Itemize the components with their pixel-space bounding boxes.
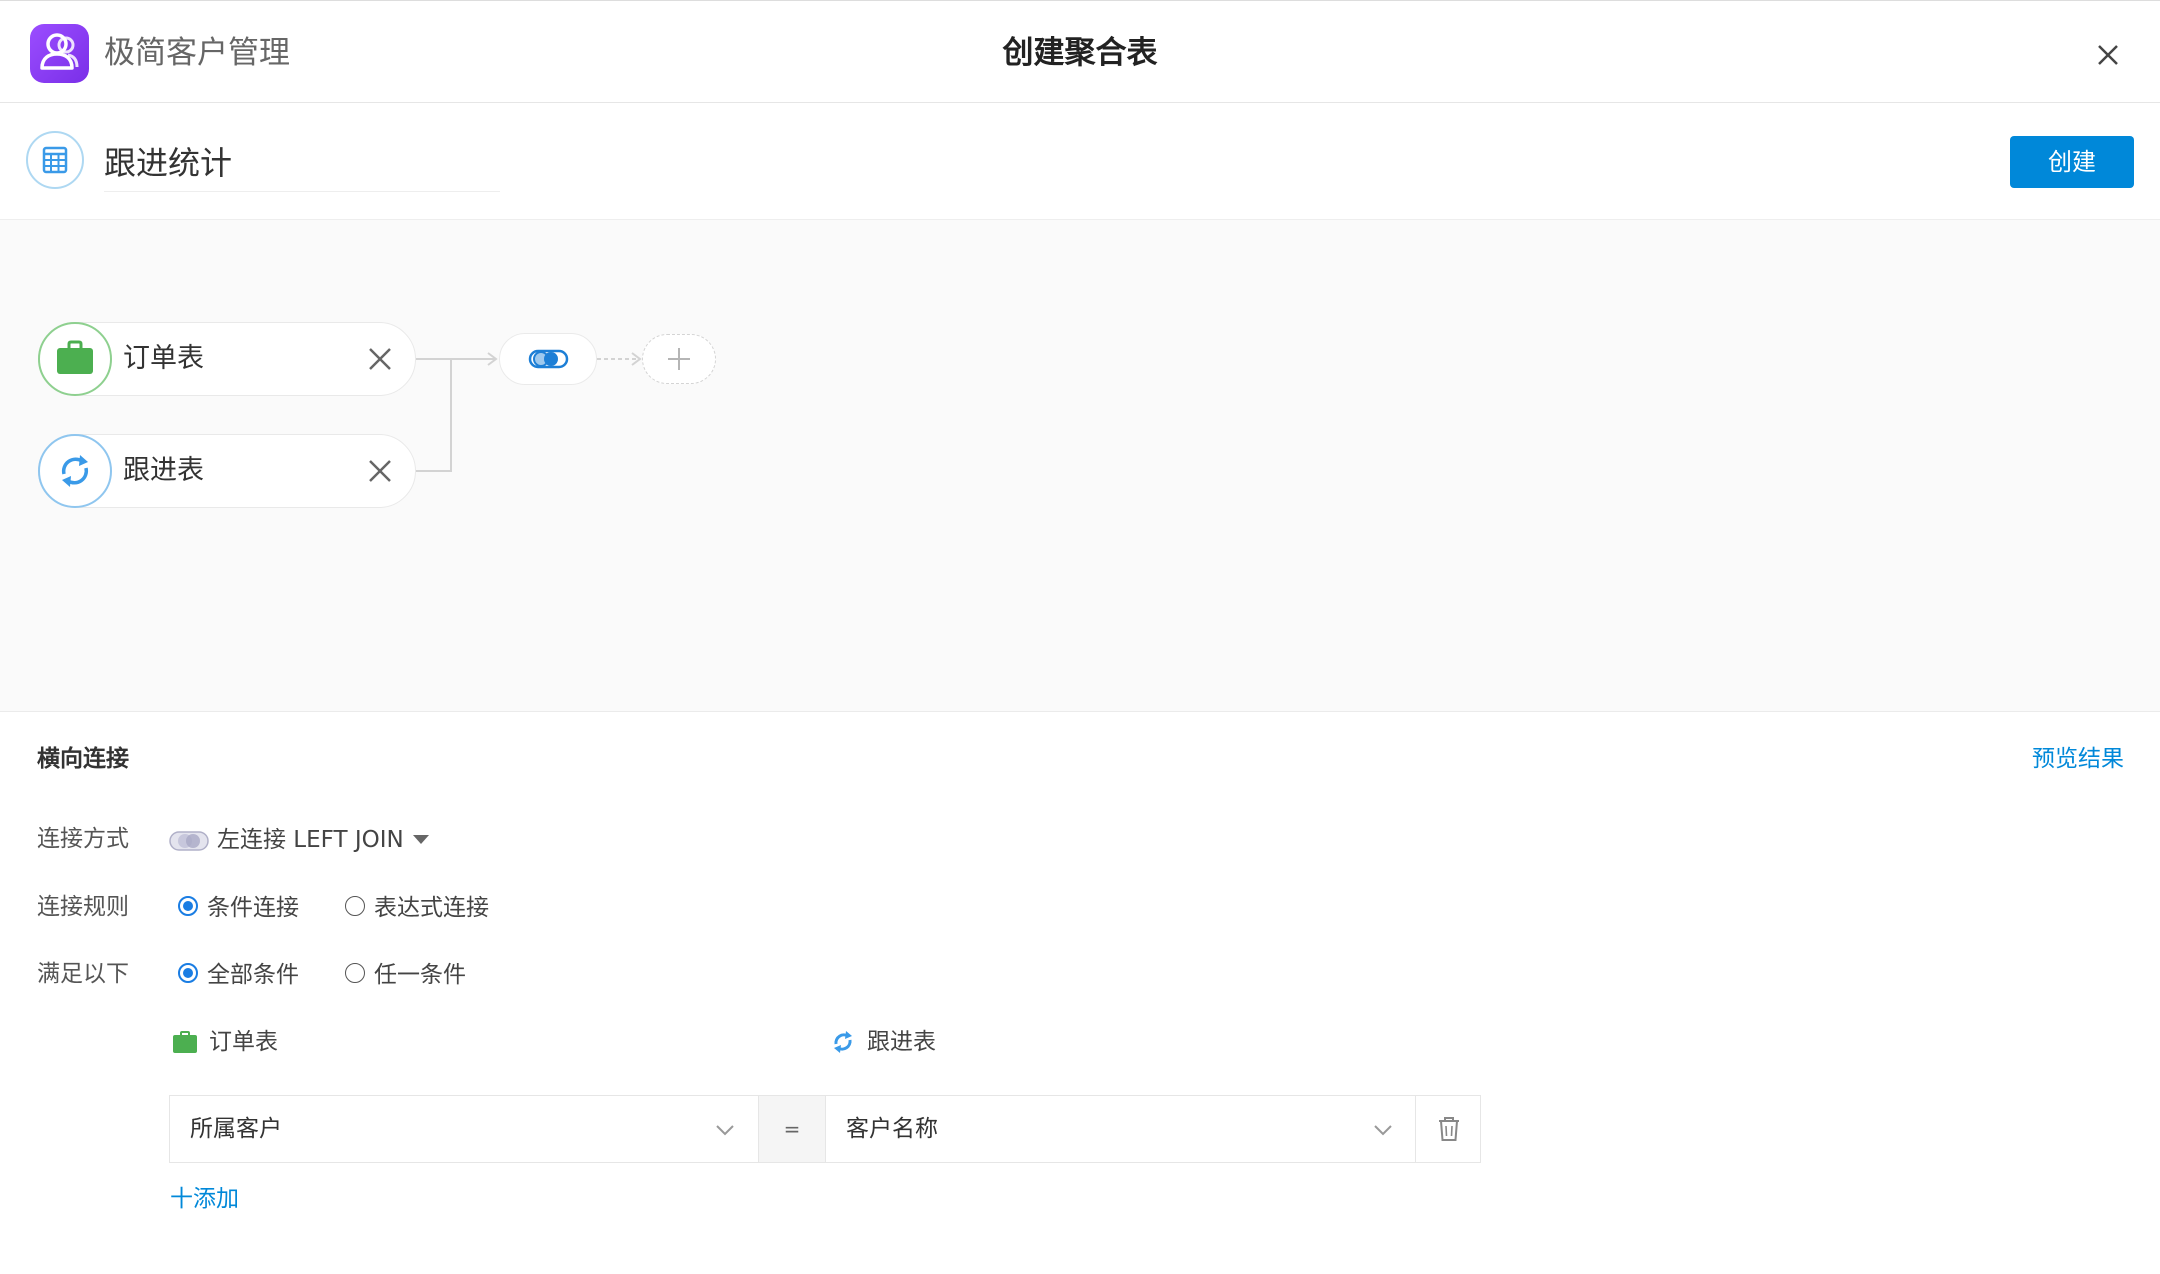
left-table-header: 订单表 — [171, 1025, 311, 1059]
source-node-followups[interactable]: 跟进表 — [38, 434, 416, 508]
left-join-icon — [528, 349, 569, 369]
chevron-down-icon — [1374, 1125, 1392, 1136]
table-name-input[interactable] — [104, 131, 500, 192]
close-icon — [369, 460, 391, 482]
add-node-button[interactable] — [642, 334, 716, 384]
name-bar: 创建 — [0, 103, 2160, 220]
condition-row: 所属客户 = 客户名称 — [169, 1095, 1481, 1163]
source-node-label: 跟进表 — [123, 455, 204, 486]
dialog-title: 创建聚合表 — [1002, 35, 1158, 71]
radio-circle — [178, 896, 198, 916]
chevron-down-icon — [716, 1125, 734, 1136]
radio-expression-join[interactable]: 表达式连接 — [345, 890, 495, 924]
right-field-value: 客户名称 — [846, 1116, 938, 1142]
radio-all-conditions[interactable]: 全部条件 — [178, 957, 303, 991]
join-rule-label: 连接规则 — [37, 894, 129, 920]
close-button[interactable] — [2090, 37, 2126, 73]
remove-source-button[interactable] — [365, 456, 395, 486]
trash-icon — [1439, 1117, 1459, 1141]
radio-circle — [345, 896, 365, 916]
operator-equals: = — [758, 1096, 826, 1162]
join-type-value: 左连接 LEFT JOIN — [217, 827, 404, 853]
radio-any-condition[interactable]: 任一条件 — [345, 957, 470, 991]
sync-icon — [38, 434, 112, 508]
join-type-label: 连接方式 — [37, 826, 129, 852]
close-icon — [369, 348, 391, 370]
caret-down-icon — [413, 835, 429, 844]
radio-circle — [345, 963, 365, 983]
right-field-select[interactable]: 客户名称 — [826, 1096, 1415, 1162]
add-condition-link[interactable]: 十添加 — [170, 1182, 239, 1216]
briefcase-icon — [38, 322, 112, 396]
remove-source-button[interactable] — [365, 344, 395, 374]
radio-label: 全部条件 — [207, 962, 299, 988]
radio-label: 表达式连接 — [374, 895, 489, 921]
flow-canvas: 订单表 跟进表 — [0, 220, 2160, 712]
create-button[interactable]: 创建 — [2010, 136, 2134, 188]
preview-result-link[interactable]: 预览结果 — [2032, 742, 2124, 776]
source-node-label: 订单表 — [123, 343, 204, 374]
briefcase-icon — [173, 1031, 197, 1053]
plus-icon — [668, 348, 690, 370]
table-icon — [26, 131, 84, 189]
radio-label: 条件连接 — [207, 895, 299, 921]
right-table-header: 跟进表 — [829, 1025, 969, 1059]
match-label: 满足以下 — [37, 961, 129, 987]
source-node-orders[interactable]: 订单表 — [38, 322, 416, 396]
join-node[interactable] — [499, 333, 597, 385]
top-bar: 极简客户管理 创建聚合表 — [0, 0, 2160, 103]
radio-circle — [178, 963, 198, 983]
sync-icon — [834, 1031, 852, 1053]
radio-label: 任一条件 — [374, 962, 466, 988]
right-table-name: 跟进表 — [867, 1029, 936, 1055]
section-title: 横向连接 — [37, 746, 129, 772]
left-join-icon — [169, 831, 209, 851]
delete-condition-button[interactable] — [1415, 1096, 1481, 1162]
left-table-name: 订单表 — [209, 1029, 278, 1055]
left-field-select[interactable]: 所属客户 — [170, 1096, 758, 1162]
left-field-value: 所属客户 — [190, 1116, 282, 1142]
close-icon — [2098, 45, 2118, 65]
radio-condition-join[interactable]: 条件连接 — [178, 890, 303, 924]
